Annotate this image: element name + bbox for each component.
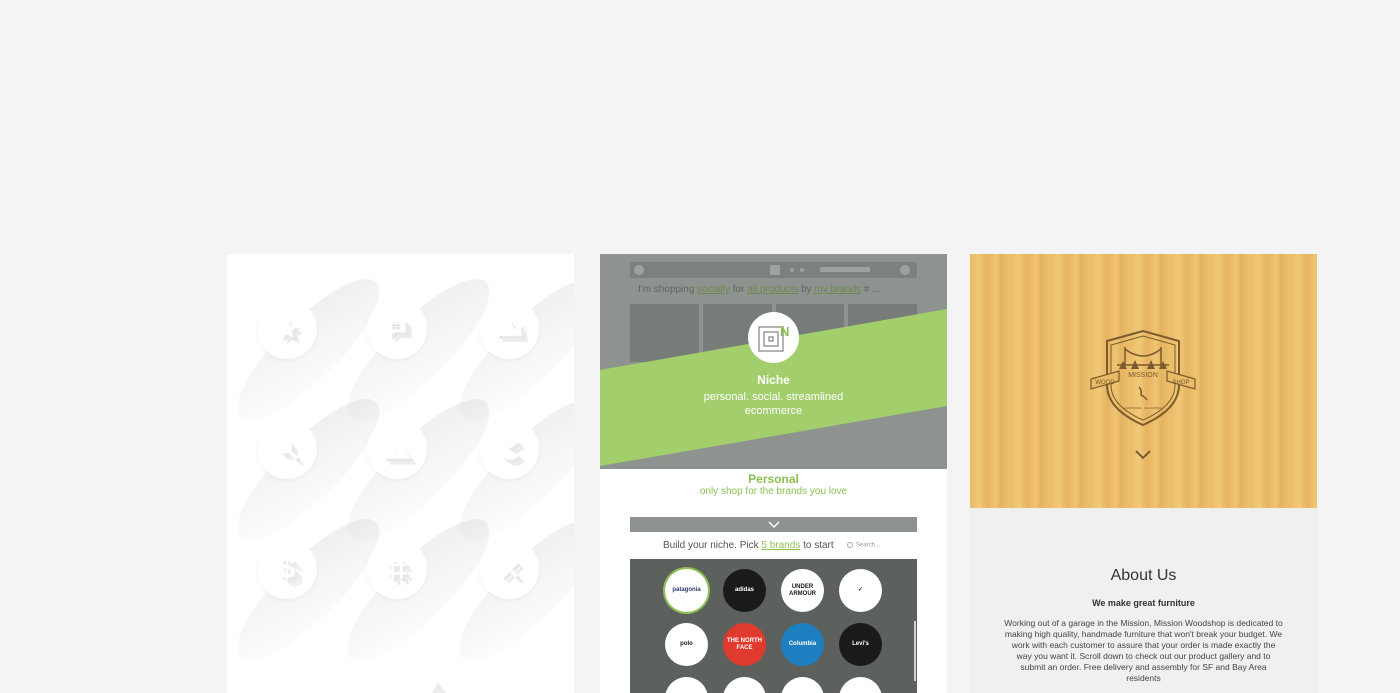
about-us-subtitle: We make great furniture [1092,598,1195,608]
brand-option[interactable]: Levi's [839,623,882,666]
brand-option[interactable] [723,677,766,693]
scrollbar[interactable] [914,621,916,681]
brand-option[interactable] [781,677,824,693]
brand-option[interactable]: adidas [723,569,766,612]
personal-heading: Personal [748,472,799,486]
tools-icon [441,501,574,680]
brand-search-input[interactable]: Search... [847,542,880,549]
brand-option[interactable] [839,677,882,693]
about-us-body: Working out of a garage in the Mission, … [1004,618,1283,683]
partial-icon [432,679,452,693]
svg-text:SHOP: SHOP [1172,380,1189,386]
niche-logo-icon: N [757,324,789,352]
nav-dot[interactable] [800,268,804,272]
brand-option[interactable] [665,677,708,693]
niche-logo: N [748,312,799,363]
svg-text:WOOD: WOOD [1095,380,1115,386]
mission-woodshop-card: MISSION WOOD SHOP HANDMADE · CALIFORNIA … [970,254,1317,693]
nav-dot[interactable] [790,268,794,272]
product-photo[interactable] [630,304,699,362]
niche-title: Niche [757,373,790,387]
svg-text:HANDMADE · CALIFORNIA: HANDMADE · CALIFORNIA [1124,406,1162,410]
profile-avatar[interactable] [900,265,910,275]
wood-hero: MISSION WOOD SHOP HANDMADE · CALIFORNIA [970,254,1317,508]
pacman-icon [441,381,574,560]
star-icon [227,261,398,440]
brand-option[interactable]: UNDER ARMOUR [781,569,824,612]
about-us-title: About Us [1110,567,1177,584]
search-icon [847,542,853,548]
search-box[interactable] [820,267,870,272]
niche-tagline: personal. social. streamlined ecommerce [703,391,844,417]
nav-icon[interactable] [770,265,780,275]
brand-option[interactable]: polo [665,623,708,666]
society-link[interactable]: socially [697,284,730,295]
search-icon [227,381,398,560]
brand-picker-grid: patagonia adidas UNDER ARMOUR ✓ polo THE NORT… [630,559,917,693]
brands-count-link[interactable]: 5 brands [761,540,800,551]
chevron-down-icon[interactable] [767,520,780,529]
svg-text:MISSION: MISSION [1128,372,1158,379]
dollar-icon: $ [227,501,398,680]
brand-option[interactable]: THE NORTH FACE [723,623,766,666]
niche-mockup-card: I'm shopping socially for all products b… [600,254,947,693]
hashtag-bubble-icon [329,261,508,440]
products-link[interactable]: all products [747,284,798,295]
brands-link[interactable]: my brands [814,284,861,295]
long-shadow-icons-card: $ [227,254,574,693]
crown-icon [441,261,574,440]
svg-text:N: N [780,324,789,339]
brand-option[interactable]: ✓ [839,569,882,612]
shopping-sentence: I'm shopping socially for all products b… [638,284,881,295]
scroll-down-bar[interactable] [630,517,917,532]
mountain-icon [329,381,508,560]
brand-option[interactable]: Columbia [781,623,824,666]
niche-top-bar [630,262,917,278]
brand-option[interactable]: patagonia [665,569,708,612]
chevron-down-icon[interactable] [1135,450,1151,460]
avatar [634,265,644,275]
grid-icon [329,501,508,680]
build-niche-prompt: Build your niche. Pick 5 brands to start [663,540,834,551]
mission-woodshop-badge: MISSION WOOD SHOP HANDMADE · CALIFORNIA [1090,329,1196,427]
personal-subtitle: only shop for the brands you love [699,486,848,497]
